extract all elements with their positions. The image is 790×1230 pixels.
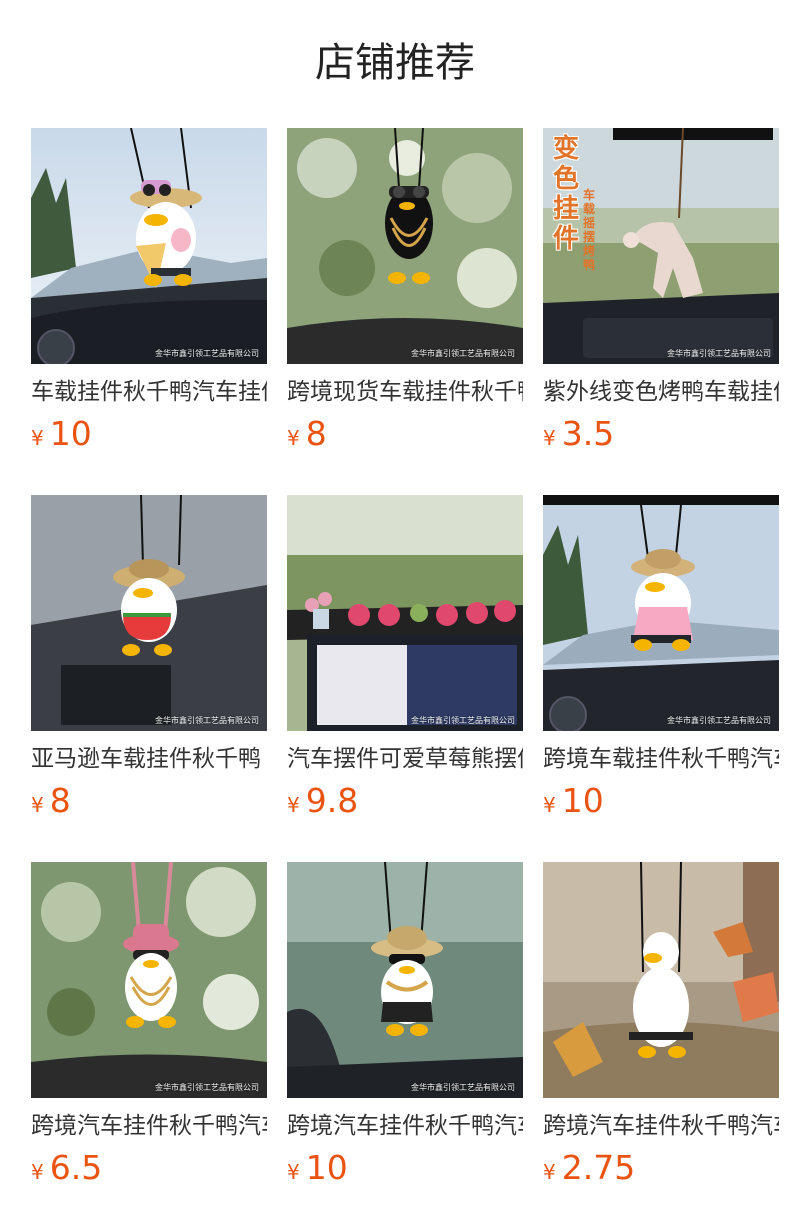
currency-symbol: ¥	[31, 1160, 44, 1184]
price-value: 9.8	[305, 781, 359, 820]
currency-symbol: ¥	[543, 1160, 556, 1184]
watermark: 金华市鑫引领工艺品有限公司	[411, 1083, 515, 1092]
product-price: ¥3.5	[543, 414, 779, 454]
product-card[interactable]: 金华市鑫引领工艺品有限公司 跨境现货车载挂件秋千鸭 ¥8	[287, 128, 523, 495]
currency-symbol: ¥	[543, 793, 556, 817]
watermark: 金华市鑫引领工艺品有限公司	[411, 716, 515, 725]
watermark: 金华市鑫引领工艺品有限公司	[155, 1083, 259, 1092]
product-card[interactable]: 金华市鑫引领工艺品有限公司 车载挂件秋千鸭汽车挂件 ¥10	[31, 128, 267, 495]
watermark: 金华市鑫引领工艺品有限公司	[155, 349, 259, 358]
product-name[interactable]: 汽车摆件可爱草莓熊摆件	[287, 744, 523, 774]
product-name[interactable]: 跨境现货车载挂件秋千鸭	[287, 377, 523, 407]
product-name[interactable]: 跨境车载挂件秋千鸭汽车	[543, 744, 779, 774]
product-price: ¥8	[287, 414, 523, 454]
product-price: ¥10	[287, 1148, 523, 1188]
product-image[interactable]: 金华市鑫引领工艺品有限公司	[543, 495, 779, 731]
price-value: 10	[49, 414, 92, 453]
section-title: 店铺推荐	[315, 40, 475, 86]
product-name[interactable]: 车载挂件秋千鸭汽车挂件	[31, 377, 267, 407]
currency-symbol: ¥	[543, 426, 556, 450]
product-price: ¥10	[31, 414, 267, 454]
duck-straw-hat-pink-dress-icon	[543, 495, 779, 731]
product-price: ¥2.75	[543, 1148, 779, 1188]
product-card[interactable]: 金华市鑫引领工艺品有限公司 跨境汽车挂件秋千鸭汽车 ¥10	[287, 862, 523, 1229]
currency-symbol: ¥	[31, 793, 44, 817]
store-recommendations-page: 店铺推荐 金华市鑫引领工艺品有限公司 车载挂件秋千鸭汽车挂件 ¥ 10 金华市鑫…	[0, 0, 790, 1230]
product-image[interactable]: 金华市鑫引领工艺品有限公司	[31, 495, 267, 731]
currency-symbol: ¥	[287, 426, 300, 450]
product-card[interactable]: 金华市鑫引领工艺品有限公司 跨境汽车挂件秋千鸭汽车 ¥6.5	[31, 862, 267, 1229]
duck-black-sunglasses-chain-icon	[287, 128, 523, 364]
duck-straw-hat-icecream-icon	[31, 128, 267, 364]
price-value: 10	[305, 1148, 348, 1187]
product-card[interactable]: 跨境汽车挂件秋千鸭汽车 ¥2.75	[543, 862, 779, 1229]
product-card[interactable]: 金华市鑫引领工艺品有限公司 亚马逊车载挂件秋千鸭 ¥8	[31, 495, 267, 862]
overlay-text: 变色挂件	[553, 134, 580, 254]
product-image[interactable]	[543, 862, 779, 1098]
duck-pink-hat-gold-chain-icon	[31, 862, 267, 1098]
product-price: ¥9.8	[287, 781, 523, 821]
product-name[interactable]: 跨境汽车挂件秋千鸭汽车	[543, 1111, 779, 1141]
duck-straw-hat-sunglasses-icon	[287, 862, 523, 1098]
product-card[interactable]: 变色挂件 车载摇摆烤鸭 金华市鑫引领工艺品有限公司 紫外线变色烤鸭车载挂件 ¥3…	[543, 128, 779, 495]
watermark: 金华市鑫引领工艺品有限公司	[667, 716, 771, 725]
watermark: 金华市鑫引领工艺品有限公司	[667, 349, 771, 358]
product-card[interactable]: 金华市鑫引领工艺品有限公司 汽车摆件可爱草莓熊摆件 ¥9.8	[287, 495, 523, 862]
product-image[interactable]: 金华市鑫引领工艺品有限公司	[287, 128, 523, 364]
white-duck-swing-icon	[543, 862, 779, 1098]
product-grid: 金华市鑫引领工艺品有限公司 车载挂件秋千鸭汽车挂件 ¥10 金华市鑫引领工艺品有…	[31, 128, 779, 1229]
watermark: 金华市鑫引领工艺品有限公司	[155, 716, 259, 725]
price-value: 6.5	[49, 1148, 103, 1187]
product-image[interactable]: 金华市鑫引领工艺品有限公司	[287, 495, 523, 731]
currency-symbol: ¥	[287, 793, 300, 817]
currency-symbol: ¥	[287, 1160, 300, 1184]
duck-straw-hat-watermelon-icon	[31, 495, 267, 731]
product-name[interactable]: 跨境汽车挂件秋千鸭汽车	[31, 1111, 267, 1141]
product-name[interactable]: 跨境汽车挂件秋千鸭汽车	[287, 1111, 523, 1141]
product-price: ¥10	[543, 781, 779, 821]
watermark: 金华市鑫引领工艺品有限公司	[411, 349, 515, 358]
product-image[interactable]: 金华市鑫引领工艺品有限公司	[287, 862, 523, 1098]
product-image[interactable]: 变色挂件 车载摇摆烤鸭 金华市鑫引领工艺品有限公司	[543, 128, 779, 364]
price-value: 2.75	[561, 1148, 636, 1187]
price-value: 3.5	[561, 414, 615, 453]
overlay-subtext: 车载摇摆烤鸭	[583, 188, 596, 272]
product-image[interactable]: 金华市鑫引领工艺品有限公司	[31, 862, 267, 1098]
product-price: ¥8	[31, 781, 267, 821]
product-name[interactable]: 紫外线变色烤鸭车载挂件	[543, 377, 779, 407]
product-card[interactable]: 金华市鑫引领工艺品有限公司 跨境车载挂件秋千鸭汽车 ¥10	[543, 495, 779, 862]
price-value: 10	[561, 781, 604, 820]
price-value: 8	[49, 781, 71, 820]
product-price: ¥6.5	[31, 1148, 267, 1188]
price-value: 8	[305, 414, 327, 453]
product-image[interactable]: 金华市鑫引领工艺品有限公司	[31, 128, 267, 364]
strawberry-bear-figures-icon	[287, 495, 523, 731]
currency-symbol: ¥	[31, 426, 44, 450]
product-name[interactable]: 亚马逊车载挂件秋千鸭	[31, 744, 267, 774]
